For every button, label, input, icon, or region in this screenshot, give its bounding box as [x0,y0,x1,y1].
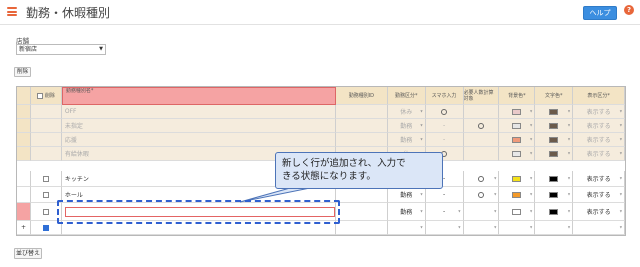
menu-icon[interactable] [7,7,17,16]
row-category: 休み ▾ [387,105,426,119]
row-display: 表示する ▾ [573,105,625,119]
page-title: 勤務・休暇種別 [26,6,111,20]
row-bg-color[interactable]: ▾ [499,171,536,187]
new-row-highlight [57,200,340,224]
category-column-header[interactable]: 勤務区分* [387,87,426,105]
row-text-color: ▾ [535,147,574,161]
id-column-header[interactable]: 勤務種別ID [335,87,388,105]
text-color-column-header[interactable]: 文字色* [535,87,574,105]
chevron-down-icon: ▼ [99,46,103,52]
row-category: 勤務 ▾ [387,119,426,133]
header-divider [0,24,640,25]
display-column-header[interactable]: 表示区分* [573,87,625,105]
bg-color-column-header[interactable]: 背景色* [499,87,536,105]
row-smartphone: - [425,133,464,147]
row-required[interactable]: ▾ [463,171,500,187]
store-select-value: 新宿店 [19,46,38,53]
row-display[interactable]: 表示する ▾ [573,171,625,187]
delete-column-header[interactable]: 削除 [30,87,62,105]
callout-line-2: きる状態になります。 [282,171,376,182]
row-category[interactable]: 勤務 ▾ [387,203,426,221]
row-required [463,105,500,119]
row-display[interactable]: 表示する ▾ [573,187,625,203]
table-row: OFF 休み ▾ ▾ ▾ 表示する ▾ [17,105,625,119]
add-row-button[interactable]: + [17,221,31,235]
table-row: 未指定 勤務 ▾ - ▾ ▾ 表示する ▾ [17,119,625,133]
row-name: 応援 [61,133,336,147]
row-category: 勤務 ▾ [387,133,426,147]
store-select[interactable]: 新宿店 ▼ [16,44,106,55]
help-circle-icon[interactable]: ? [624,5,634,15]
row-bg-color[interactable]: ▾ [499,203,536,221]
row-text-color[interactable]: ▾ [535,171,574,187]
callout-annotation: 新しく行が追加され、入力で きる状態になります。 [275,152,443,189]
row-display: 表示する ▾ [573,133,625,147]
row-smartphone[interactable]: - ▾ [425,203,464,221]
row-checkbox[interactable] [42,191,49,198]
row-required[interactable]: ▾ [463,187,500,203]
row-name: 未指定 [61,119,336,133]
row-required[interactable]: ▾ [463,203,500,221]
row-required [463,147,500,161]
row-text-color[interactable]: ▾ [535,203,574,221]
row-required [463,133,500,147]
row-checkbox[interactable] [42,175,49,182]
row-display[interactable]: 表示する ▾ [573,203,625,221]
add-row-checkbox[interactable] [42,224,49,231]
sort-button[interactable]: 並び替え [14,248,42,259]
row-text-color: ▾ [535,105,574,119]
row-checkbox[interactable] [42,208,49,215]
required-column-header[interactable]: 必要人数計算対象 [463,87,500,105]
help-button[interactable]: ヘルプ [583,6,617,20]
row-bg-color: ▾ [499,105,536,119]
smartphone-column-header[interactable]: スマホ入力 [425,87,464,105]
delete-button[interactable]: 削除 [14,67,31,77]
row-bg-color: ▾ [499,133,536,147]
row-text-color: ▾ [535,119,574,133]
row-smartphone: - [425,119,464,133]
name-column-header[interactable]: 勤務種別名* [61,87,336,105]
row-display: 表示する ▾ [573,147,625,161]
rownum-header [17,87,31,105]
row-bg-color: ▾ [499,119,536,133]
row-text-color[interactable]: ▾ [535,187,574,203]
row-text-color: ▾ [535,133,574,147]
row-bg-color[interactable]: ▾ [499,187,536,203]
select-all-checkbox[interactable] [36,92,43,99]
row-smartphone [425,105,464,119]
grid-header-row: 削除 勤務種別名* 勤務種別ID 勤務区分* スマホ入力 必要人数計算対象 背景… [17,87,625,105]
row-category[interactable]: 勤務 ▾ [387,187,426,203]
table-row: 応援 勤務 ▾ - ▾ ▾ 表示する ▾ [17,133,625,147]
callout-line-1: 新しく行が追加され、入力で [282,158,406,169]
row-name: OFF [61,105,336,119]
row-bg-color: ▾ [499,147,536,161]
row-smartphone[interactable]: - [425,187,464,203]
row-display: 表示する ▾ [573,119,625,133]
row-required [463,119,500,133]
